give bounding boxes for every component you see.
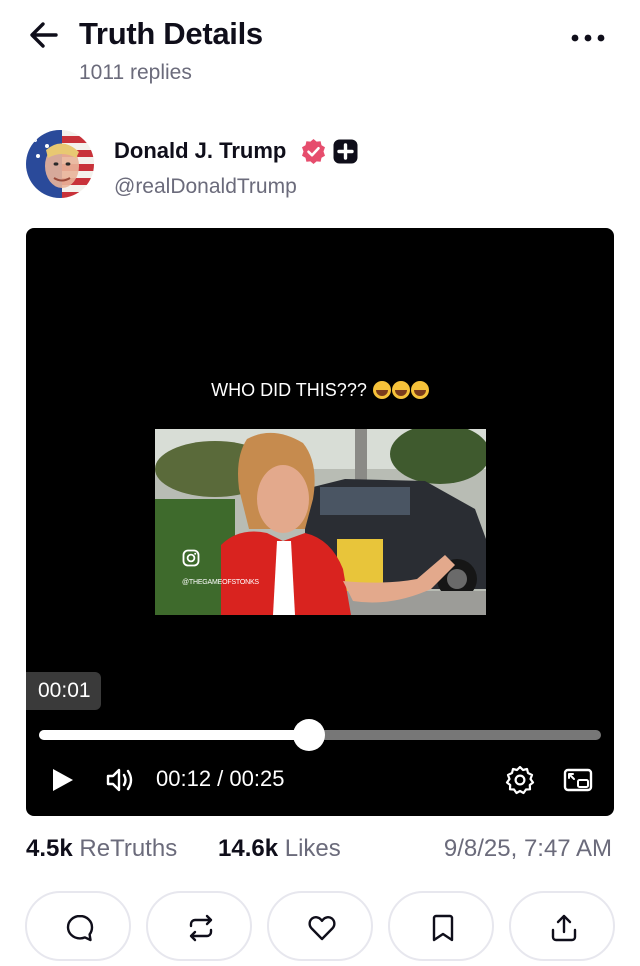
post-date: 9/8/25, 7:47 AM bbox=[443, 835, 612, 862]
post-author: Donald J. Trump @realDonaldTrump bbox=[0, 120, 640, 210]
retruth-icon bbox=[189, 914, 213, 942]
avatar-image bbox=[26, 130, 94, 198]
avatar[interactable] bbox=[26, 130, 94, 198]
author-name[interactable]: Donald J. Trump bbox=[114, 138, 286, 164]
picture-in-picture-icon bbox=[563, 768, 593, 792]
seek-bar[interactable] bbox=[39, 719, 601, 751]
video-watermark: @THEGAMEOFSTONKS bbox=[182, 579, 259, 586]
retruth-button[interactable] bbox=[146, 891, 252, 961]
bookmark-icon bbox=[432, 914, 454, 942]
likes-label: Likes bbox=[284, 835, 341, 862]
arrow-left-icon bbox=[30, 22, 58, 48]
retruths-label: ReTruths bbox=[79, 835, 178, 862]
video-time: 00:12 / 00:25 bbox=[156, 766, 285, 791]
share-icon bbox=[551, 914, 577, 942]
retruths-count: 4.5k bbox=[26, 835, 73, 862]
play-button[interactable] bbox=[50, 766, 76, 794]
seek-handle[interactable] bbox=[292, 719, 325, 751]
post-stats: 4.5k ReTruths 14.6k Likes 9/8/25, 7:47 A… bbox=[0, 830, 640, 870]
volume-icon bbox=[106, 768, 133, 792]
more-button[interactable] bbox=[568, 28, 608, 48]
page-title: Truth Details bbox=[79, 16, 263, 51]
seek-hover-time: 00:01 bbox=[26, 672, 101, 710]
volume-button[interactable] bbox=[106, 766, 136, 794]
likes-count: 14.6k bbox=[218, 835, 279, 862]
likes-stat[interactable]: 14.6k Likes bbox=[218, 835, 341, 863]
author-handle[interactable]: @realDonaldTrump bbox=[114, 175, 297, 199]
video-player[interactable]: WHO DID THIS??? @THEGAMEOFSTONKS 00:01 0… bbox=[26, 228, 614, 816]
share-button[interactable] bbox=[509, 891, 615, 961]
laughing-emoji-icon bbox=[410, 381, 429, 399]
current-time: 00:12 bbox=[156, 766, 212, 791]
video-frame: @THEGAMEOFSTONKS bbox=[155, 429, 486, 615]
reply-button[interactable] bbox=[25, 891, 131, 961]
laughing-emoji-icon bbox=[391, 381, 410, 399]
instagram-icon bbox=[182, 549, 200, 567]
retruths-stat[interactable]: 4.5k ReTruths bbox=[26, 835, 177, 863]
gear-icon bbox=[505, 765, 535, 795]
back-button[interactable] bbox=[26, 18, 62, 52]
plus-badge-icon bbox=[333, 139, 358, 164]
laughing-emoji-icon bbox=[372, 381, 391, 399]
play-icon bbox=[53, 769, 73, 791]
seek-progress bbox=[39, 730, 309, 740]
reply-icon bbox=[66, 914, 94, 942]
like-button[interactable] bbox=[267, 891, 373, 961]
more-horizontal-icon bbox=[571, 34, 605, 42]
picture-in-picture-button[interactable] bbox=[563, 766, 593, 794]
video-duration: 00:25 bbox=[229, 766, 285, 791]
bookmark-button[interactable] bbox=[388, 891, 494, 961]
header: Truth Details 1011 replies bbox=[0, 0, 640, 100]
verified-badge-icon bbox=[300, 138, 327, 165]
heart-icon bbox=[308, 916, 336, 941]
video-caption: WHO DID THIS??? bbox=[26, 380, 614, 401]
caption-text: WHO DID THIS??? bbox=[211, 380, 367, 400]
video-frame-image bbox=[155, 429, 486, 615]
settings-button[interactable] bbox=[505, 765, 535, 795]
replies-count: 1011 replies bbox=[79, 61, 192, 84]
